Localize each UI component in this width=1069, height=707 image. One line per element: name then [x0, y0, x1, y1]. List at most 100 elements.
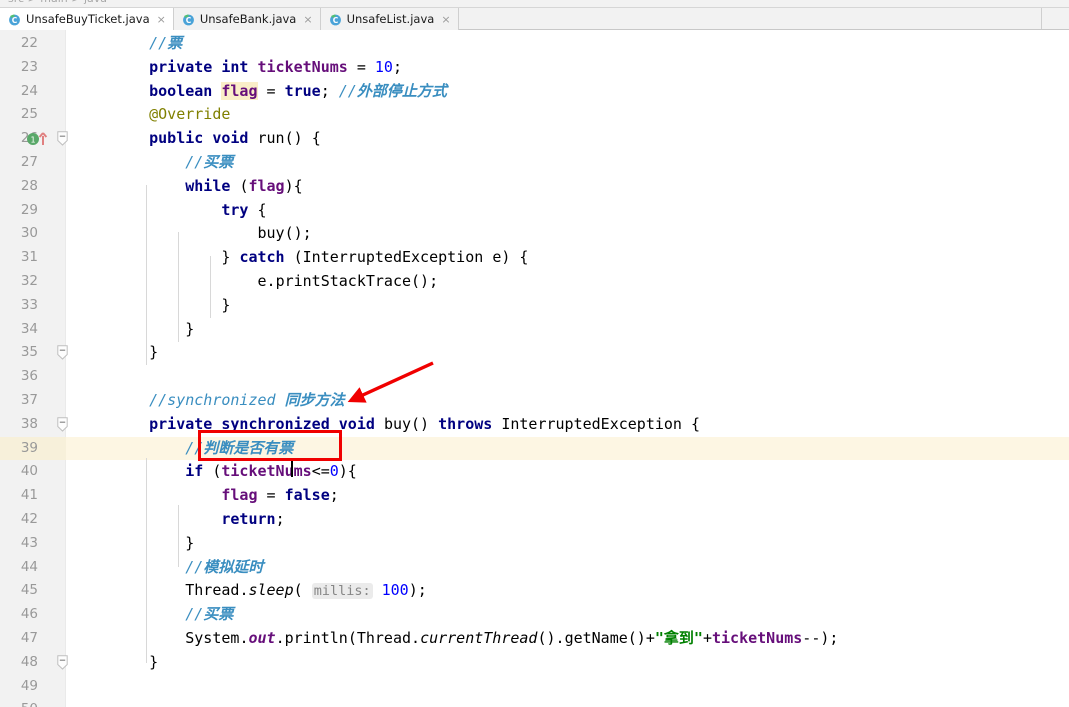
tab-label: UnsafeBuyTicket.java: [26, 12, 150, 26]
code-line[interactable]: 24 boolean flag = true; //外部停止方式: [0, 80, 1069, 104]
code-text[interactable]: while (flag){: [113, 175, 302, 199]
java-class-icon: C: [8, 13, 21, 26]
code-line[interactable]: 50: [0, 698, 1069, 707]
svg-text:C: C: [186, 16, 192, 25]
svg-text:C: C: [332, 16, 338, 25]
code-line[interactable]: 23 private int ticketNums = 10;: [0, 56, 1069, 80]
tab-unsafelist[interactable]: C UnsafeList.java ×: [320, 8, 459, 30]
code-text[interactable]: System.out.println(Thread.currentThread(…: [113, 627, 838, 651]
tab-label: UnsafeBank.java: [199, 12, 297, 26]
code-line[interactable]: 27 //买票: [0, 151, 1069, 175]
line-number: 46: [20, 606, 38, 623]
code-text[interactable]: boolean flag = true; //外部停止方式: [113, 80, 447, 104]
code-line[interactable]: 40 if (ticketNums<=0){: [0, 460, 1069, 484]
code-text[interactable]: try {: [113, 199, 266, 223]
code-line[interactable]: 38 private synchronized void buy() throw…: [0, 413, 1069, 437]
tab-unsafebank[interactable]: C UnsafeBank.java ×: [173, 8, 321, 30]
breadcrumb: src > main > java: [8, 0, 107, 5]
code-line[interactable]: 45 Thread.sleep( millis: 100);: [0, 579, 1069, 603]
code-line[interactable]: 43 }: [0, 532, 1069, 556]
close-icon[interactable]: ×: [441, 14, 450, 25]
fold-marker[interactable]: [57, 655, 68, 670]
indent-guide: [210, 256, 211, 318]
code-line[interactable]: 22 //票: [0, 32, 1069, 56]
line-number: 30: [20, 225, 38, 242]
code-line[interactable]: 30 buy();: [0, 222, 1069, 246]
code-line[interactable]: 49: [0, 675, 1069, 699]
code-editor[interactable]: 22 //票 23 private int ticketNums = 10; 24 …: [0, 30, 1069, 707]
implementing-method-icon[interactable]: 1: [26, 127, 56, 151]
code-text[interactable]: //判断是否有票: [113, 437, 293, 461]
code-text[interactable]: //买票: [113, 151, 233, 175]
editor-tab-bar[interactable]: C UnsafeBuyTicket.java × C UnsafeBank.ja…: [0, 8, 1069, 30]
inlay-hint-millis: millis:: [311, 583, 373, 600]
java-class-icon: C: [329, 13, 342, 26]
code-text[interactable]: return;: [113, 508, 284, 532]
code-text[interactable]: e.printStackTrace();: [113, 270, 439, 294]
code-text[interactable]: //模拟延时: [113, 556, 263, 580]
tab-bar-filler: [458, 8, 1041, 29]
code-text[interactable]: }: [113, 532, 194, 556]
line-number: 33: [20, 296, 38, 313]
line-number: 47: [20, 630, 38, 646]
code-line[interactable]: 26 public void run() {: [0, 127, 1069, 151]
fold-marker[interactable]: [57, 131, 68, 146]
text-caret: [291, 458, 293, 477]
code-text[interactable]: //票: [113, 32, 182, 56]
code-line[interactable]: 25 @Override: [0, 103, 1069, 127]
line-number: 38: [20, 415, 38, 432]
code-line[interactable]: 37 //synchronized 同步方法: [0, 389, 1069, 413]
tab-unsafebuyticket[interactable]: C UnsafeBuyTicket.java ×: [0, 8, 174, 30]
line-number: 41: [20, 487, 38, 504]
line-number: 39: [20, 439, 38, 456]
line-number: 42: [20, 511, 38, 527]
code-line[interactable]: 41 flag = false;: [0, 484, 1069, 508]
line-number: 37: [20, 392, 38, 408]
code-line[interactable]: 39 //判断是否有票: [0, 436, 1069, 461]
close-icon[interactable]: ×: [303, 14, 312, 25]
tab-label: UnsafeList.java: [346, 12, 435, 26]
code-line[interactable]: 29 try {: [0, 199, 1069, 223]
code-text[interactable]: }: [113, 318, 194, 342]
line-number: 27: [20, 154, 38, 170]
code-text[interactable]: }: [113, 294, 230, 318]
code-text[interactable]: private synchronized void buy() throws I…: [113, 413, 700, 437]
svg-text:C: C: [12, 16, 18, 25]
line-number: 28: [20, 177, 38, 194]
fold-marker[interactable]: [57, 417, 68, 432]
line-number: 50: [0, 698, 38, 707]
line-number: 40: [20, 463, 38, 480]
code-text[interactable]: buy();: [113, 222, 312, 246]
java-class-icon: C: [182, 13, 195, 26]
code-line[interactable]: 35 }: [0, 341, 1069, 365]
code-line[interactable]: 44 //模拟延时: [0, 556, 1069, 580]
code-line[interactable]: 34 }: [0, 318, 1069, 342]
code-line[interactable]: 47 System.out.println(Thread.currentThre…: [0, 627, 1069, 651]
code-line[interactable]: 28 while (flag){: [0, 175, 1069, 199]
line-number: 44: [20, 558, 38, 575]
code-line[interactable]: 31 } catch (InterruptedException e) {: [0, 246, 1069, 270]
code-text[interactable]: public void run() {: [113, 127, 321, 151]
code-line[interactable]: 32 e.printStackTrace();: [0, 270, 1069, 294]
code-text[interactable]: //买票: [113, 603, 233, 627]
code-text[interactable]: @Override: [113, 103, 230, 127]
line-number: 45: [20, 582, 38, 599]
code-text[interactable]: Thread.sleep( millis: 100);: [113, 579, 427, 603]
code-line[interactable]: 36: [0, 365, 1069, 389]
code-line[interactable]: 33 }: [0, 294, 1069, 318]
code-text[interactable]: if (ticketNums<=0){: [113, 460, 357, 484]
code-line[interactable]: 46 //买票: [0, 603, 1069, 627]
fold-marker[interactable]: [57, 345, 68, 361]
line-number: 29: [20, 201, 38, 218]
line-number: 36: [20, 368, 38, 385]
line-number: 22: [20, 35, 38, 51]
code-line[interactable]: 42 return;: [0, 508, 1069, 532]
code-text[interactable]: private int ticketNums = 10;: [113, 56, 402, 80]
code-text[interactable]: //synchronized 同步方法: [113, 389, 344, 413]
code-text[interactable]: }: [113, 341, 158, 365]
code-text[interactable]: } catch (InterruptedException e) {: [113, 246, 528, 270]
code-line[interactable]: 48 }: [0, 651, 1069, 675]
line-number: 49: [20, 677, 38, 694]
close-icon[interactable]: ×: [157, 14, 166, 25]
code-text[interactable]: }: [113, 651, 158, 675]
